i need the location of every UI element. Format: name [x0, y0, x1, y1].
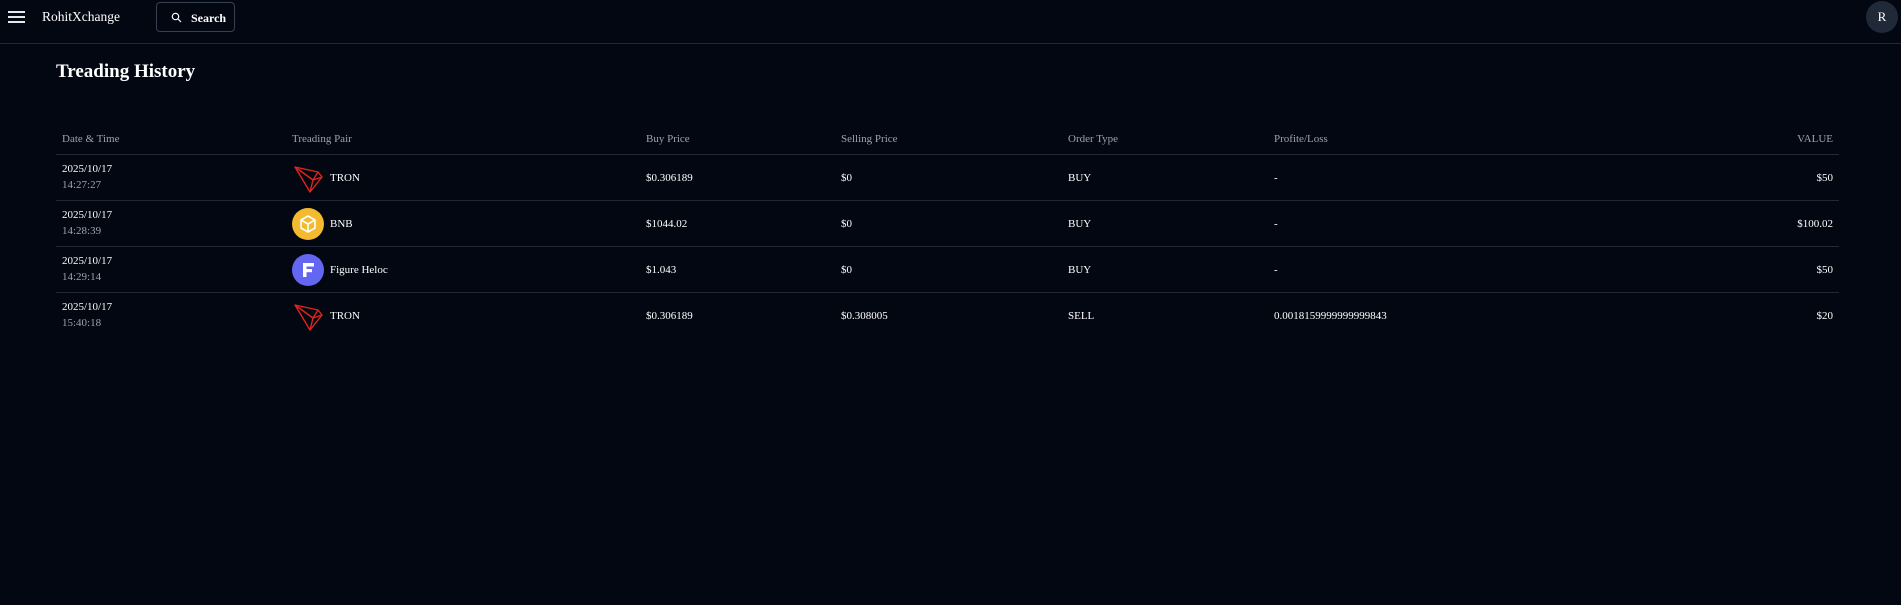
- cell-value: $50: [1674, 154, 1839, 201]
- bnb-icon: [292, 207, 324, 240]
- header-pair: Treading Pair: [286, 124, 640, 155]
- brand-name[interactable]: RohitXchange: [42, 9, 120, 25]
- header-value: VALUE: [1674, 124, 1839, 155]
- figure-heloc-icon: [292, 253, 324, 286]
- cell-pair: TRON: [286, 293, 640, 339]
- cell-order-type: SELL: [1068, 309, 1095, 322]
- cell-selling-price: $0.308005: [841, 309, 888, 322]
- header-buy-price: Buy Price: [640, 124, 835, 155]
- trade-time: 14:29:14: [62, 271, 102, 283]
- pair-name: Figure Heloc: [330, 263, 388, 276]
- trade-time: 14:27:27: [62, 179, 102, 191]
- cell-buy-price: $1.043: [640, 246, 835, 293]
- page-title: Treading History: [56, 61, 196, 82]
- cell-date-time: 2025/10/17 14:29:14: [56, 246, 286, 293]
- cell-value: $20: [1816, 309, 1834, 322]
- cell-value: $50: [1674, 246, 1839, 293]
- cell-buy-price: $0.306189: [640, 154, 835, 201]
- trade-date: 2025/10/17: [62, 163, 113, 175]
- trade-time: 15:40:18: [62, 317, 102, 329]
- trade-date: 2025/10/17: [62, 255, 113, 267]
- header-selling-price: Selling Price: [835, 124, 1062, 155]
- header-order-type: Order Type: [1062, 124, 1268, 155]
- cell-profit-loss: -: [1268, 154, 1674, 201]
- table-row[interactable]: 2025/10/17 14:27:27 TRON $0.306189 $0 BUY - $50: [56, 154, 1839, 201]
- menu-icon[interactable]: [8, 11, 25, 23]
- search-label: Search: [191, 11, 227, 25]
- cell-date-time: 2025/10/17 14:28:39: [56, 200, 286, 247]
- search-button[interactable]: Search: [156, 2, 235, 32]
- trade-date: 2025/10/17: [62, 209, 113, 221]
- cell-selling-price: $0: [835, 154, 1062, 201]
- cell-buy-price: $1044.02: [640, 200, 835, 247]
- trading-history-table: Date & Time Treading Pair Buy Price Sell…: [56, 124, 1839, 338]
- cell-date-time: 2025/10/17 14:27:27: [56, 154, 286, 201]
- cell-profit-loss: -: [1268, 200, 1674, 247]
- cell-pair: BNB: [286, 200, 640, 247]
- search-icon: [171, 12, 182, 23]
- tron-icon: [292, 300, 324, 332]
- cell-order-type: BUY: [1062, 154, 1268, 201]
- cell-order-type: BUY: [1062, 200, 1268, 247]
- table-row[interactable]: 2025/10/17 14:29:14 Figure Heloc $1.043 $0 BU…: [56, 246, 1839, 293]
- header-date: Date & Time: [56, 124, 286, 155]
- table-header-row: Date & Time Treading Pair Buy Price Sell…: [56, 124, 1839, 155]
- table-row[interactable]: 2025/10/17 15:40:18 TRON $0.306189 $0.308005…: [56, 293, 1839, 339]
- cell-pair: TRON: [286, 154, 640, 201]
- trade-date: 2025/10/17: [62, 301, 113, 313]
- top-bar: RohitXchange Search R: [0, 0, 1901, 44]
- table-row[interactable]: 2025/10/17 14:28:39 BNB $1044.02 $0 BUY - $100.…: [56, 200, 1839, 247]
- trade-time: 14:28:39: [62, 225, 102, 237]
- cell-value: $100.02: [1674, 200, 1839, 247]
- pair-name: TRON: [330, 309, 360, 322]
- cell-order-type: BUY: [1062, 246, 1268, 293]
- header-profit-loss: Profite/Loss: [1268, 124, 1674, 155]
- cell-pair: Figure Heloc: [286, 246, 640, 293]
- cell-profit-loss: 0.0018159999999999843: [1274, 309, 1387, 322]
- pair-name: TRON: [330, 171, 360, 184]
- cell-buy-price: $0.306189: [646, 309, 693, 322]
- cell-selling-price: $0: [835, 200, 1062, 247]
- cell-selling-price: $0: [835, 246, 1062, 293]
- tron-icon: [292, 162, 324, 194]
- avatar[interactable]: R: [1866, 1, 1898, 33]
- cell-date-time: 2025/10/17 15:40:18: [56, 293, 286, 339]
- pair-name: BNB: [330, 217, 353, 230]
- cell-profit-loss: -: [1268, 246, 1674, 293]
